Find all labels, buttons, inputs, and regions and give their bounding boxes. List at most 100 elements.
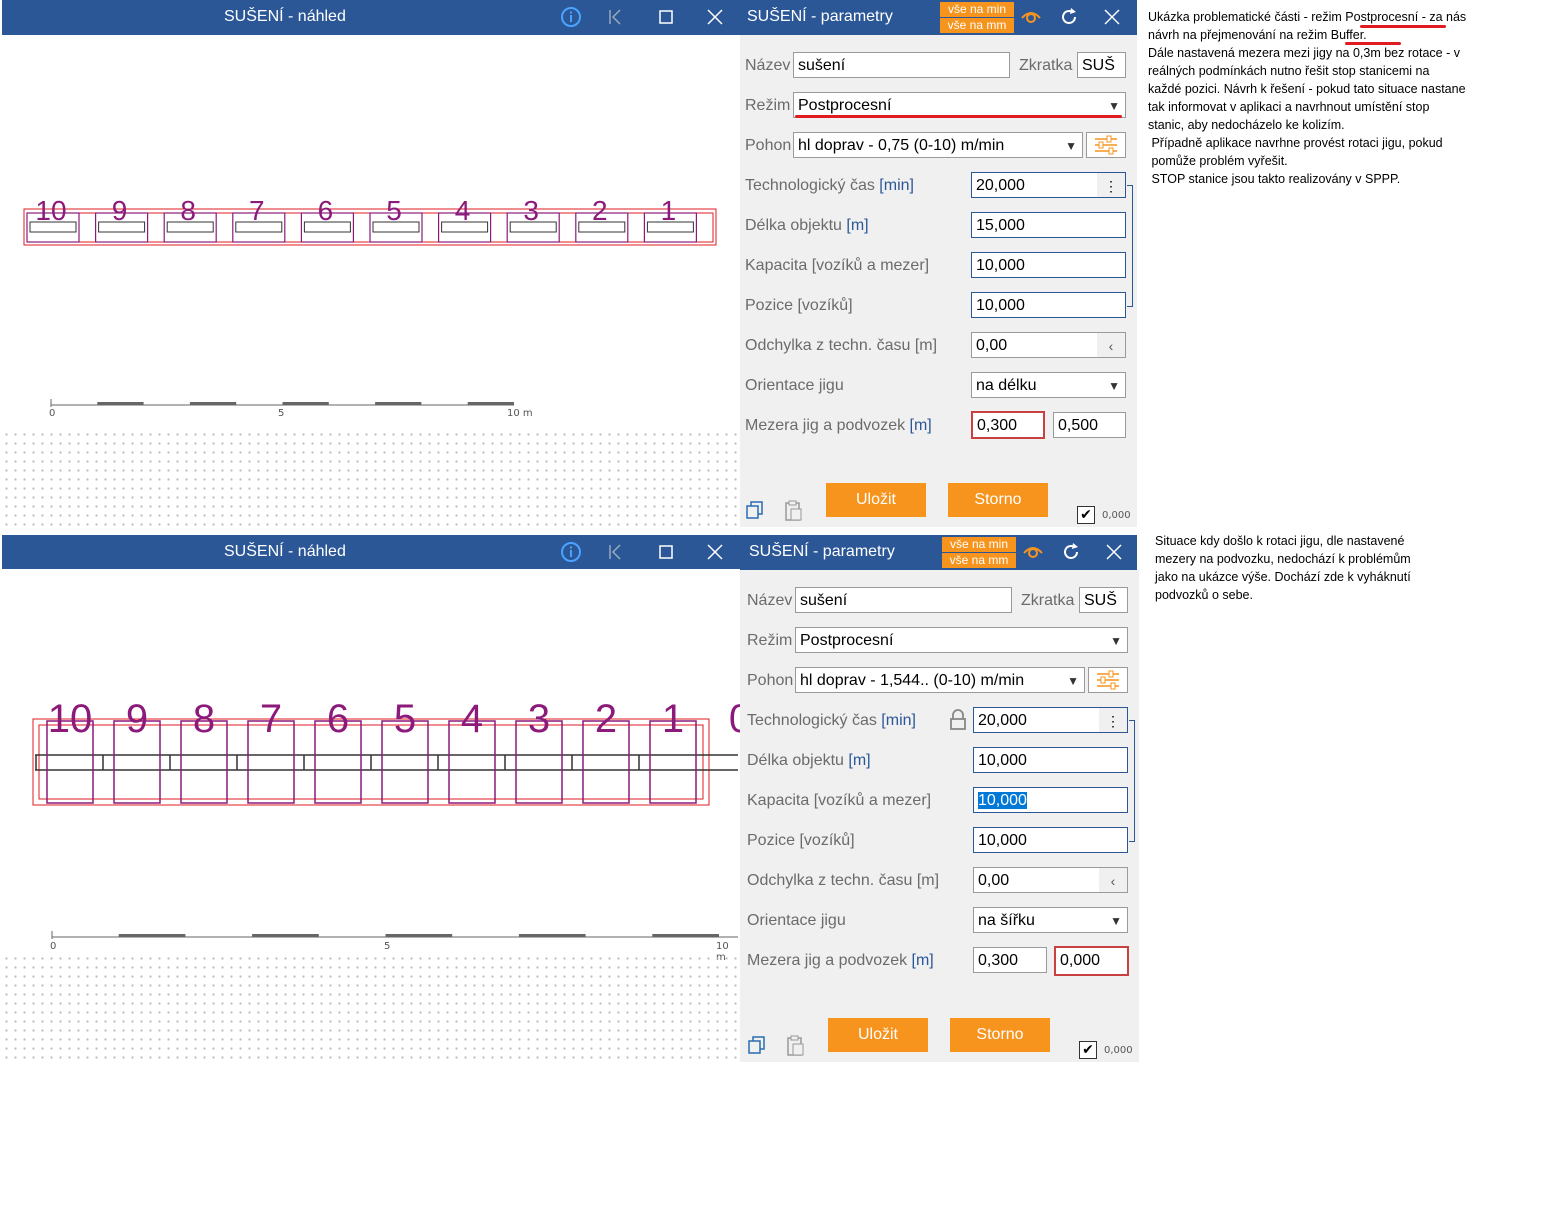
all-to-mm-button[interactable]: vše na mm	[940, 18, 1014, 33]
more-icon[interactable]: ⋮	[1099, 708, 1127, 732]
mezera-label-text: Mezera jig a podvozek	[745, 417, 910, 434]
scale-label-mid: 5	[278, 408, 285, 419]
rezim-select[interactable]: Postprocesní ▼	[795, 627, 1128, 653]
collapse-left-icon[interactable]	[604, 6, 626, 28]
pohon-select[interactable]: hl doprav - 1,544.. (0-10) m/min ▼	[795, 667, 1085, 693]
params-title: SUŠENÍ - parametry	[749, 543, 895, 560]
station-number: 1	[660, 195, 677, 226]
scale-label-start: 0	[50, 941, 57, 952]
station-number: 3	[527, 697, 551, 741]
link-bracket	[1127, 185, 1133, 307]
tech-input[interactable]: 20,000 ⋮	[971, 172, 1126, 198]
scale-segment	[189, 402, 237, 405]
eye-icon[interactable]	[1020, 6, 1042, 28]
maximize-icon[interactable]	[655, 541, 677, 563]
scale-segment	[97, 402, 144, 405]
orientace-label: Orientace jigu	[745, 377, 844, 394]
all-to-min-button[interactable]: vše na min	[942, 537, 1016, 552]
tech-unit: [min]	[881, 712, 916, 729]
delka-input[interactable]: 15,000	[971, 212, 1126, 238]
chevron-left-icon[interactable]: ‹	[1099, 868, 1127, 892]
kapacita-label: Kapacita [vozíků a mezer]	[745, 257, 930, 274]
pohon-select[interactable]: hl doprav - 0,75 (0-10) m/min ▼	[793, 132, 1083, 158]
mezera-label: Mezera jig a podvozek [m]	[745, 417, 932, 435]
preview-titlebar-top: SUŠENÍ - náhled	[2, 0, 740, 35]
copy-icon[interactable]	[747, 1035, 767, 1059]
link-bracket	[1129, 720, 1135, 842]
scale-segment	[385, 934, 453, 937]
refresh-icon[interactable]	[1058, 6, 1080, 28]
collapse-left-icon[interactable]	[604, 541, 626, 563]
preview-canvas-top[interactable]: 10 9 8 7 6 5 4 3 2 1 0 5 10 m	[2, 35, 738, 430]
mezera-jig-input[interactable]: 0,300	[973, 947, 1047, 973]
checkbox[interactable]: ✔	[1077, 506, 1095, 524]
save-button[interactable]: Uložit	[826, 483, 926, 517]
tech-label-text: Technologický čas	[747, 712, 882, 729]
orientace-label: Orientace jigu	[747, 912, 846, 929]
checkbox[interactable]: ✔	[1079, 1041, 1097, 1059]
lock-icon[interactable]	[949, 709, 967, 735]
kapacita-input[interactable]: 10,000	[971, 252, 1126, 278]
paste-icon[interactable]	[785, 1035, 805, 1061]
info-icon[interactable]	[560, 541, 582, 563]
delka-input[interactable]: 10,000	[973, 747, 1128, 773]
all-to-mm-button[interactable]: vše na mm	[942, 553, 1016, 568]
underline-postprocesni	[1360, 25, 1446, 28]
scale-label-mid: 5	[384, 941, 391, 952]
kapacita-input[interactable]: 10,000	[973, 787, 1128, 813]
nazev-input[interactable]: sušení	[793, 52, 1010, 78]
eye-icon[interactable]	[1022, 541, 1044, 563]
copy-icon[interactable]	[745, 500, 765, 524]
close-icon[interactable]	[704, 6, 726, 28]
tech-input[interactable]: 20,000 ⋮	[973, 707, 1128, 733]
station-number: 5	[386, 195, 402, 226]
pohon-settings-button[interactable]	[1086, 132, 1126, 158]
station-number: 7	[249, 195, 265, 226]
close-icon[interactable]	[1103, 541, 1125, 563]
scale-segment	[652, 934, 719, 937]
scale-segment	[518, 934, 586, 937]
scale-segment	[282, 402, 329, 405]
preview-titlebar-bottom: SUŠENÍ - náhled	[2, 535, 740, 569]
chevron-down-icon: ▼	[1108, 379, 1120, 393]
delka-label-text: Délka objektu	[747, 752, 849, 769]
close-icon[interactable]	[704, 541, 726, 563]
station-number: 7	[259, 697, 283, 741]
maximize-icon[interactable]	[655, 6, 677, 28]
close-icon[interactable]	[1101, 6, 1123, 28]
nazev-input[interactable]: sušení	[795, 587, 1012, 613]
mezera-jig-input[interactable]: 0,300	[971, 411, 1045, 439]
info-icon[interactable]	[560, 6, 582, 28]
tech-unit: [min]	[879, 177, 914, 194]
mezera-podvozek-input[interactable]: 0,500	[1053, 412, 1126, 438]
params-panel-bottom: Název sušení Zkratka SUŠ Režim Postproce…	[740, 570, 1139, 1062]
chevron-left-icon[interactable]: ‹	[1097, 333, 1125, 357]
scale-segment	[467, 402, 514, 405]
pohon-label: Pohon	[745, 137, 792, 154]
cancel-button[interactable]: Storno	[948, 483, 1048, 517]
save-button[interactable]: Uložit	[828, 1018, 928, 1052]
pozice-input[interactable]: 10,000	[973, 827, 1128, 853]
odchylka-input[interactable]: 0,00 ‹	[971, 332, 1126, 358]
orientace-select[interactable]: na délku ▼	[971, 372, 1126, 398]
all-to-min-button[interactable]: vše na min	[940, 2, 1014, 17]
rezim-value: Postprocesní	[800, 632, 894, 649]
pozice-input[interactable]: 10,000	[971, 292, 1126, 318]
scale-segment	[375, 402, 422, 405]
orientace-select[interactable]: na šířku ▼	[973, 907, 1128, 933]
tech-value: 20,000	[976, 177, 1025, 194]
nazev-label: Název	[747, 592, 793, 609]
pohon-settings-button[interactable]	[1088, 667, 1128, 693]
preview-canvas-bottom[interactable]: 109876543210 0 5 10 m	[2, 569, 751, 963]
cancel-button[interactable]: Storno	[950, 1018, 1050, 1052]
zkratka-input[interactable]: SUŠ	[1077, 52, 1126, 78]
mezera-label-text: Mezera jig a podvozek	[747, 952, 912, 969]
params-title: SUŠENÍ - parametry	[747, 8, 893, 25]
mezera-podvozek-input[interactable]: 0,000	[1054, 946, 1129, 976]
more-icon[interactable]: ⋮	[1097, 173, 1125, 197]
zkratka-input[interactable]: SUŠ	[1079, 587, 1128, 613]
paste-icon[interactable]	[783, 500, 803, 526]
sliders-icon	[1097, 670, 1119, 690]
odchylka-input[interactable]: 0,00 ‹	[973, 867, 1128, 893]
refresh-icon[interactable]	[1060, 541, 1082, 563]
